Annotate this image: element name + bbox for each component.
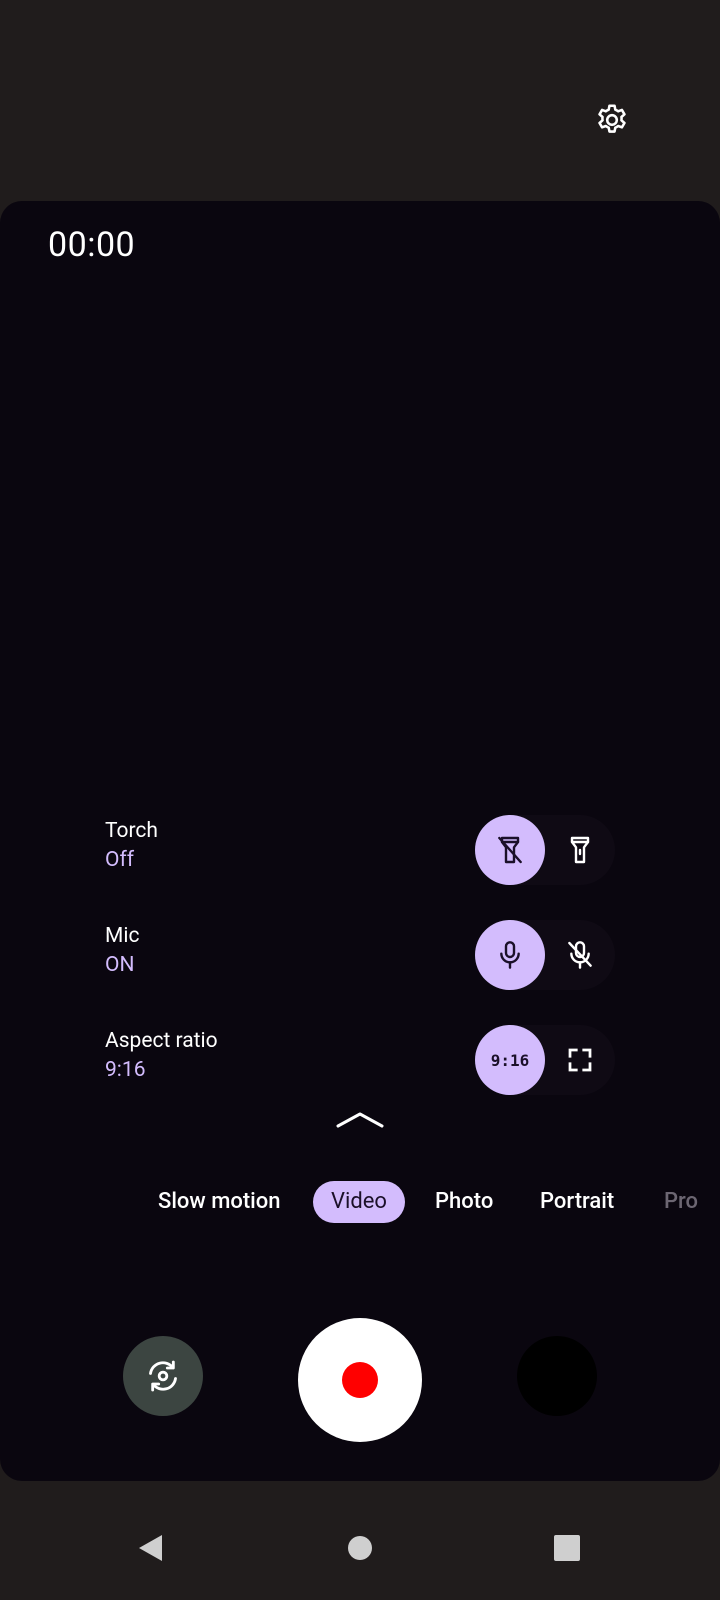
viewfinder[interactable]: 00:00 Torch Off Mic ON Aspect ratio 9:16… xyxy=(0,201,720,1481)
ratio-9-16-text: 9:16 xyxy=(490,1050,530,1070)
mode-portrait[interactable]: Portrait xyxy=(540,1181,614,1223)
aspect-ratio-label: Aspect ratio xyxy=(105,1029,218,1053)
mic-off-option[interactable] xyxy=(545,920,615,990)
record-icon xyxy=(342,1362,378,1398)
capture-mode-strip: Slow motion Video Photo Portrait Pro xyxy=(0,1181,720,1227)
mic-label: Mic xyxy=(105,924,140,948)
fullscreen-icon xyxy=(568,1048,592,1072)
recents-button[interactable] xyxy=(535,1516,599,1580)
mic-on-option[interactable] xyxy=(475,920,545,990)
torch-off-option[interactable] xyxy=(475,815,545,885)
flip-camera-button[interactable] xyxy=(123,1336,203,1416)
recents-square-icon xyxy=(554,1535,580,1561)
home-circle-icon xyxy=(348,1536,372,1560)
mic-toggle-row: Mic ON xyxy=(0,918,720,992)
chevron-up-icon xyxy=(336,1112,384,1128)
torch-toggle-row: Torch Off xyxy=(0,813,720,887)
mic-segmented-control xyxy=(475,920,615,990)
home-button[interactable] xyxy=(328,1516,392,1580)
system-navigation-bar xyxy=(0,1500,720,1600)
mic-value: ON xyxy=(105,953,135,977)
torch-value: Off xyxy=(105,848,135,872)
aspect-ratio-value: 9:16 xyxy=(105,1058,146,1082)
flashlight-off-icon xyxy=(498,836,522,864)
expand-settings-button[interactable] xyxy=(330,1101,390,1137)
torch-segmented-control xyxy=(475,815,615,885)
flip-camera-icon xyxy=(149,1360,177,1392)
mic-icon xyxy=(500,941,520,969)
mode-slow-motion[interactable]: Slow motion xyxy=(158,1181,281,1223)
aspect-ratio-toggle-row: Aspect ratio 9:16 9:16 xyxy=(0,1023,720,1097)
mode-pro[interactable]: Pro xyxy=(664,1181,698,1223)
gallery-thumbnail[interactable] xyxy=(517,1336,597,1416)
gear-icon xyxy=(598,104,626,133)
aspect-ratio-full-option[interactable] xyxy=(545,1025,615,1095)
aspect-ratio-segmented-control: 9:16 xyxy=(475,1025,615,1095)
record-button[interactable] xyxy=(298,1318,422,1442)
recording-timer: 00:00 xyxy=(48,225,136,265)
settings-button[interactable] xyxy=(588,96,636,144)
flashlight-on-icon xyxy=(570,836,590,864)
mode-video[interactable]: Video xyxy=(313,1181,405,1223)
camera-screen: 00:00 Torch Off Mic ON Aspect ratio 9:16… xyxy=(0,0,720,1600)
aspect-ratio-9-16-option[interactable]: 9:16 xyxy=(475,1025,545,1095)
torch-on-option[interactable] xyxy=(545,815,615,885)
back-triangle-icon xyxy=(139,1535,162,1561)
torch-label: Torch xyxy=(105,819,158,843)
back-button[interactable] xyxy=(118,1516,182,1580)
mode-photo[interactable]: Photo xyxy=(435,1181,493,1223)
mic-off-icon xyxy=(568,941,592,969)
